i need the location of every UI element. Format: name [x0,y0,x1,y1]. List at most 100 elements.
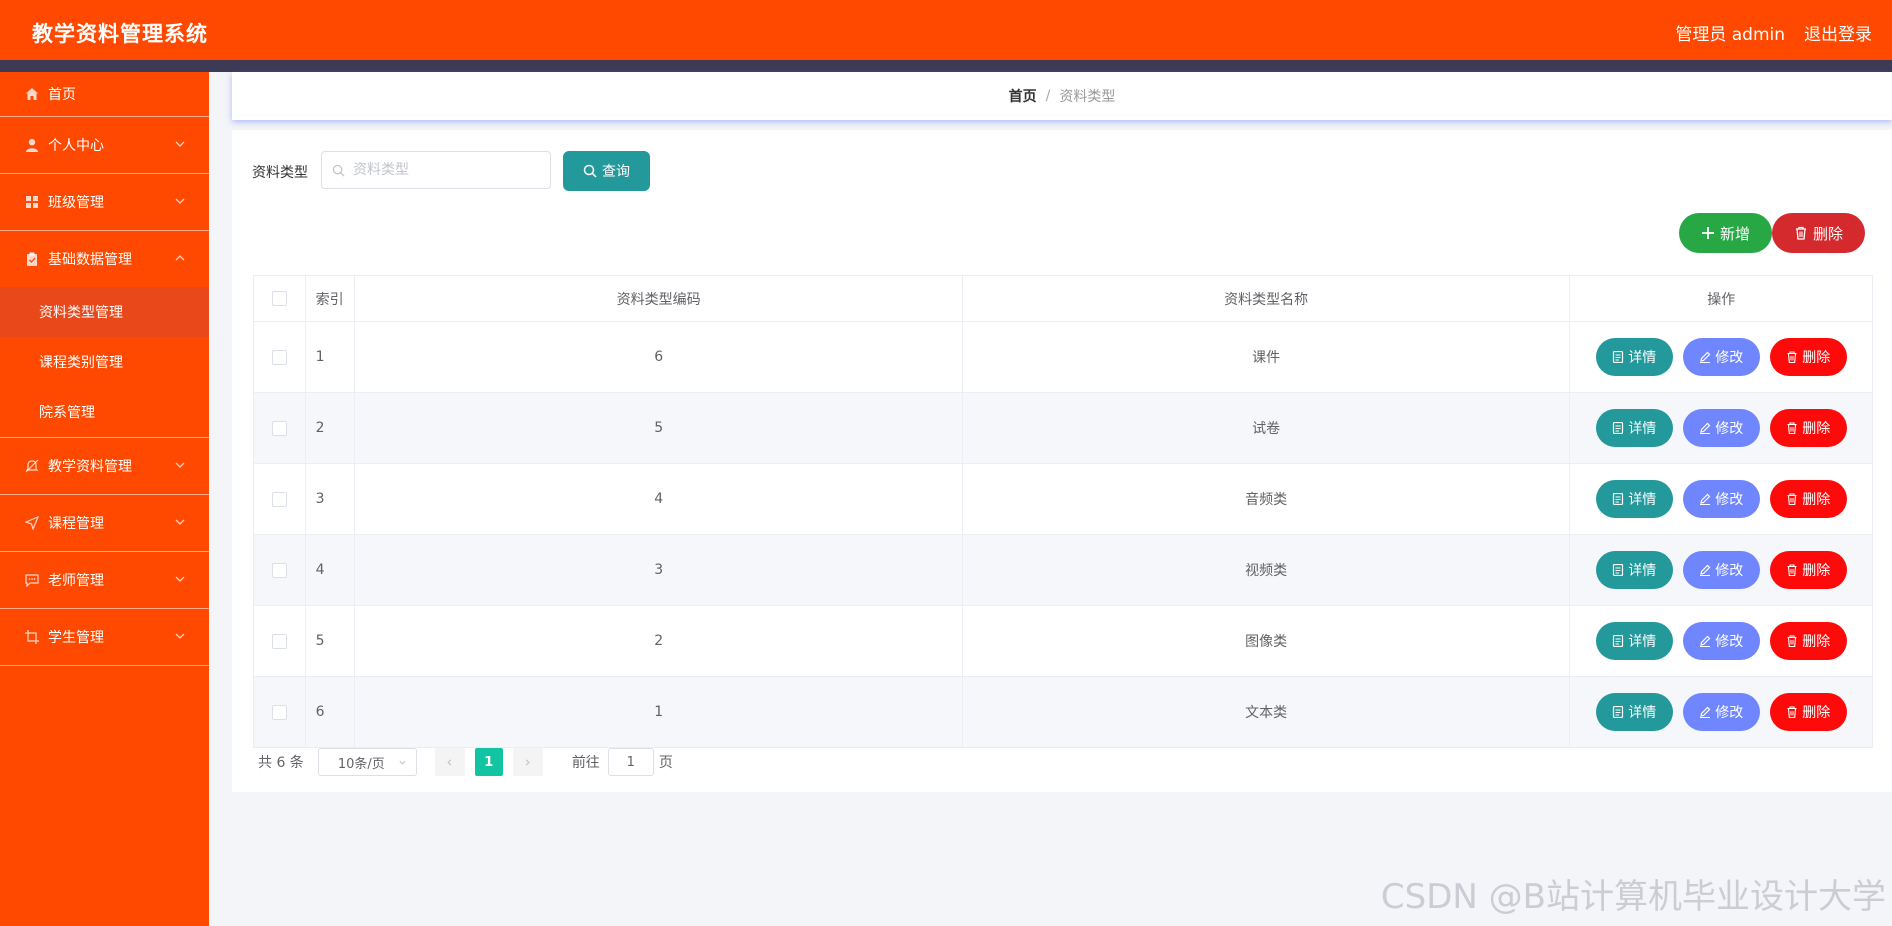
detail-button[interactable]: 详情 [1595,693,1673,731]
delete-button[interactable]: 删除 [1769,622,1847,660]
cell-ops: 详情 修改 删除 [1569,605,1873,677]
cell-ops: 详情 修改 删除 [1569,463,1873,535]
edit-icon [1700,635,1711,647]
row-select-cell [253,321,306,393]
page-size-select[interactable]: 10条/页 [317,748,417,776]
edit-button[interactable]: 修改 [1682,693,1760,731]
edit-button-label: 修改 [1715,492,1744,508]
sidebar-item-class[interactable]: 班级管理 [0,174,209,231]
pagination: 共 6 条 10条/页 1 前往 页 [258,748,673,776]
row-select-cell [253,676,306,748]
sidebar-subitem-course-category[interactable]: 课程类别管理 [0,337,209,387]
sidebar-item-label: 课程管理 [48,516,104,532]
search-field[interactable] [321,151,551,189]
breadcrumb: 首页 / 资料类型 [232,72,1892,120]
column-header-ops: 操作 [1569,275,1873,322]
edit-button-label: 修改 [1715,634,1744,650]
delete-button[interactable]: 删除 [1769,409,1847,447]
table-row: 2 5 试卷 详情 修改 删除 [253,392,1873,464]
trash-icon [1787,422,1797,434]
delete-button-label: 删除 [1802,563,1831,579]
trash-icon [1787,635,1797,647]
bell-off-icon [24,458,40,474]
edit-icon [1700,706,1711,718]
sidebar-item-label: 老师管理 [48,573,104,589]
edit-button[interactable]: 修改 [1682,480,1760,518]
detail-button[interactable]: 详情 [1595,551,1673,589]
sidebar: 首页 个人中心 班级管理 基础数据管理 资料类型管理 课程类别管理 院系管理 教… [0,72,209,926]
current-user: 管理员 admin [1675,25,1785,45]
document-icon [1613,422,1624,434]
detail-button[interactable]: 详情 [1595,409,1673,447]
row-checkbox[interactable] [271,420,287,436]
sidebar-item-basic-data[interactable]: 基础数据管理 [0,231,209,287]
trash-icon [1795,226,1806,240]
row-checkbox[interactable] [271,704,287,720]
sidebar-item-label: 首页 [48,87,76,103]
page-number-active[interactable]: 1 [474,748,503,776]
query-button-label: 查询 [602,164,630,180]
cell-code: 3 [354,534,963,606]
next-page-button[interactable] [512,748,543,776]
data-table: 索引 资料类型编码 资料类型名称 操作 1 6 课件 详情 修改 删除 2 5 试卷 详情 修改 删除… [253,275,1873,748]
watermark: CSDN @B站计算机毕业设计大学 [1380,877,1886,917]
sidebar-item-course[interactable]: 课程管理 [0,495,209,552]
sidebar-item-label: 教学资料管理 [48,459,132,475]
add-button[interactable]: 新增 [1679,213,1772,253]
delete-button[interactable]: 删除 [1769,338,1847,376]
sidebar-item-home[interactable]: 首页 [0,72,209,117]
cell-name: 文本类 [961,676,1571,748]
select-all-checkbox[interactable] [271,291,287,306]
edit-button-label: 修改 [1715,705,1744,721]
delete-button[interactable]: 删除 [1769,693,1847,731]
home-icon [24,86,40,102]
edit-button[interactable]: 修改 [1682,622,1760,660]
row-select-cell [253,605,306,677]
query-button[interactable]: 查询 [563,151,650,191]
sidebar-item-label: 基础数据管理 [48,252,132,268]
row-checkbox[interactable] [271,349,287,365]
sidebar-subitem-department[interactable]: 院系管理 [0,387,209,437]
table-row: 3 4 音频类 详情 修改 删除 [253,463,1873,535]
cell-name: 图像类 [961,605,1571,677]
edit-button[interactable]: 修改 [1682,551,1760,589]
search-input[interactable] [351,161,535,179]
prev-page-button[interactable] [434,748,465,776]
detail-button[interactable]: 详情 [1595,480,1673,518]
goto-page-unit: 页 [658,755,673,771]
sidebar-item-label: 个人中心 [48,138,104,154]
sidebar-item-student[interactable]: 学生管理 [0,609,209,666]
sidebar-item-teacher[interactable]: 老师管理 [0,552,209,609]
delete-button[interactable]: 删除 [1769,551,1847,589]
chevron-down-icon [175,198,185,204]
delete-button[interactable]: 删除 [1769,480,1847,518]
detail-button[interactable]: 详情 [1595,622,1673,660]
edit-button-label: 修改 [1715,421,1744,437]
batch-delete-button[interactable]: 删除 [1772,213,1865,253]
edit-icon [1700,564,1711,576]
grid-icon [24,194,40,210]
goto-label: 前往 [571,755,600,771]
row-checkbox[interactable] [271,562,287,578]
table-row: 5 2 图像类 详情 修改 删除 [253,605,1873,677]
edit-button[interactable]: 修改 [1682,338,1760,376]
logout-link[interactable]: 退出登录 [1804,20,1872,45]
user-icon [24,137,40,153]
goto-page-input[interactable] [607,748,654,776]
row-checkbox[interactable] [271,633,287,649]
sidebar-subitem-material-type[interactable]: 资料类型管理 [0,287,209,337]
edit-button[interactable]: 修改 [1682,409,1760,447]
cell-index: 2 [304,392,356,464]
sidebar-item-personal[interactable]: 个人中心 [0,117,209,174]
search-icon [583,164,597,178]
delete-button-label: 删除 [1802,634,1831,650]
delete-button-label: 删除 [1802,705,1831,721]
delete-button-label: 删除 [1802,350,1831,366]
content-panel: 资料类型 查询 新增 删除 索引 资料类型编码 资料类型名称 操作 [232,130,1892,792]
cell-index: 1 [304,321,356,393]
chevron-down-icon [399,760,406,765]
row-checkbox[interactable] [271,491,287,507]
breadcrumb-home[interactable]: 首页 [1009,86,1037,106]
detail-button[interactable]: 详情 [1595,338,1673,376]
sidebar-item-teaching-material[interactable]: 教学资料管理 [0,438,209,495]
